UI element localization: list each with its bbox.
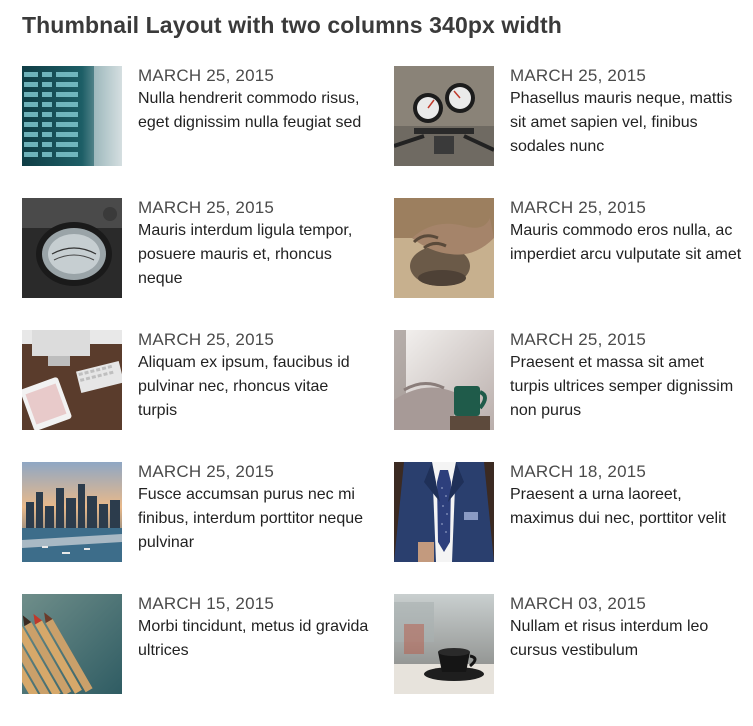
post-title-link[interactable]: Fusce accumsan purus nec mi finibus, int… xyxy=(138,483,370,555)
post-date: MARCH 25, 2015 xyxy=(510,66,647,85)
post-meta: MARCH 25, 2015 Aliquam ex ipsum, faucibu… xyxy=(138,330,370,423)
post-title-link[interactable]: Phasellus mauris neque, mattis sit amet … xyxy=(510,87,742,159)
post-title-link[interactable]: Mauris interdum ligula tempor, posuere m… xyxy=(138,219,370,291)
motorcycle-gauges-image[interactable] xyxy=(394,66,494,166)
post-meta: MARCH 15, 2015 Morbi tincidunt, metus id… xyxy=(138,594,370,663)
post-date: MARCH 25, 2015 xyxy=(138,198,275,217)
vintage-lens-image[interactable] xyxy=(22,198,122,298)
post-date: MARCH 25, 2015 xyxy=(510,198,647,217)
post-date: MARCH 18, 2015 xyxy=(510,462,647,481)
post-card[interactable]: MARCH 25, 2015 Mauris interdum ligula te… xyxy=(22,198,394,330)
post-title-link[interactable]: Praesent et massa sit amet turpis ultric… xyxy=(510,351,742,423)
suit-tie-image[interactable] xyxy=(394,462,494,562)
desk-keyboard-image[interactable] xyxy=(22,330,122,430)
post-meta: MARCH 03, 2015 Nullam et risus interdum … xyxy=(510,594,742,663)
post-card[interactable]: MARCH 03, 2015 Nullam et risus interdum … xyxy=(394,594,742,726)
post-meta: MARCH 25, 2015 Mauris commodo eros nulla… xyxy=(510,198,742,267)
post-meta: MARCH 18, 2015 Praesent a urna laoreet, … xyxy=(510,462,742,531)
post-card[interactable]: MARCH 25, 2015 Praesent et massa sit ame… xyxy=(394,330,742,462)
post-title-link[interactable]: Morbi tincidunt, metus id gravida ultric… xyxy=(138,615,370,663)
post-card[interactable]: MARCH 25, 2015 Aliquam ex ipsum, faucibu… xyxy=(22,330,394,462)
post-title-link[interactable]: Mauris commodo eros nulla, ac imperdiet … xyxy=(510,219,742,267)
post-title-link[interactable]: Aliquam ex ipsum, faucibus id pulvinar n… xyxy=(138,351,370,423)
post-card[interactable]: MARCH 25, 2015 Mauris commodo eros nulla… xyxy=(394,198,742,330)
post-meta: MARCH 25, 2015 Phasellus mauris neque, m… xyxy=(510,66,742,159)
post-date: MARCH 25, 2015 xyxy=(138,330,275,349)
post-date: MARCH 15, 2015 xyxy=(138,594,275,613)
colored-pencils-image[interactable] xyxy=(22,594,122,694)
bed-mug-image[interactable] xyxy=(394,330,494,430)
post-date: MARCH 25, 2015 xyxy=(510,330,647,349)
post-card[interactable]: MARCH 25, 2015 Fusce accumsan purus nec … xyxy=(22,462,394,594)
departure-board-image[interactable] xyxy=(22,66,122,166)
post-meta: MARCH 25, 2015 Mauris interdum ligula te… xyxy=(138,198,370,291)
city-skyline-image[interactable] xyxy=(22,462,122,562)
post-card[interactable]: MARCH 18, 2015 Praesent a urna laoreet, … xyxy=(394,462,742,594)
post-card[interactable]: MARCH 15, 2015 Morbi tincidunt, metus id… xyxy=(22,594,394,726)
post-card[interactable]: MARCH 25, 2015 Phasellus mauris neque, m… xyxy=(394,66,742,198)
post-date: MARCH 03, 2015 xyxy=(510,594,647,613)
clay-hands-image[interactable] xyxy=(394,198,494,298)
page-title: Thumbnail Layout with two columns 340px … xyxy=(22,12,562,38)
post-title-link[interactable]: Nullam et risus interdum leo cursus vest… xyxy=(510,615,742,663)
post-date: MARCH 25, 2015 xyxy=(138,462,275,481)
post-date: MARCH 25, 2015 xyxy=(138,66,275,85)
post-title-link[interactable]: Nulla hendrerit commodo risus, eget dign… xyxy=(138,87,370,135)
post-card[interactable]: MARCH 25, 2015 Nulla hendrerit commodo r… xyxy=(22,66,394,198)
post-meta: MARCH 25, 2015 Nulla hendrerit commodo r… xyxy=(138,66,370,135)
thumbnail-grid: MARCH 25, 2015 Nulla hendrerit commodo r… xyxy=(22,66,742,726)
post-meta: MARCH 25, 2015 Praesent et massa sit ame… xyxy=(510,330,742,423)
post-title-link[interactable]: Praesent a urna laoreet, maximus dui nec… xyxy=(510,483,742,531)
coffee-cup-image[interactable] xyxy=(394,594,494,694)
post-meta: MARCH 25, 2015 Fusce accumsan purus nec … xyxy=(138,462,370,555)
